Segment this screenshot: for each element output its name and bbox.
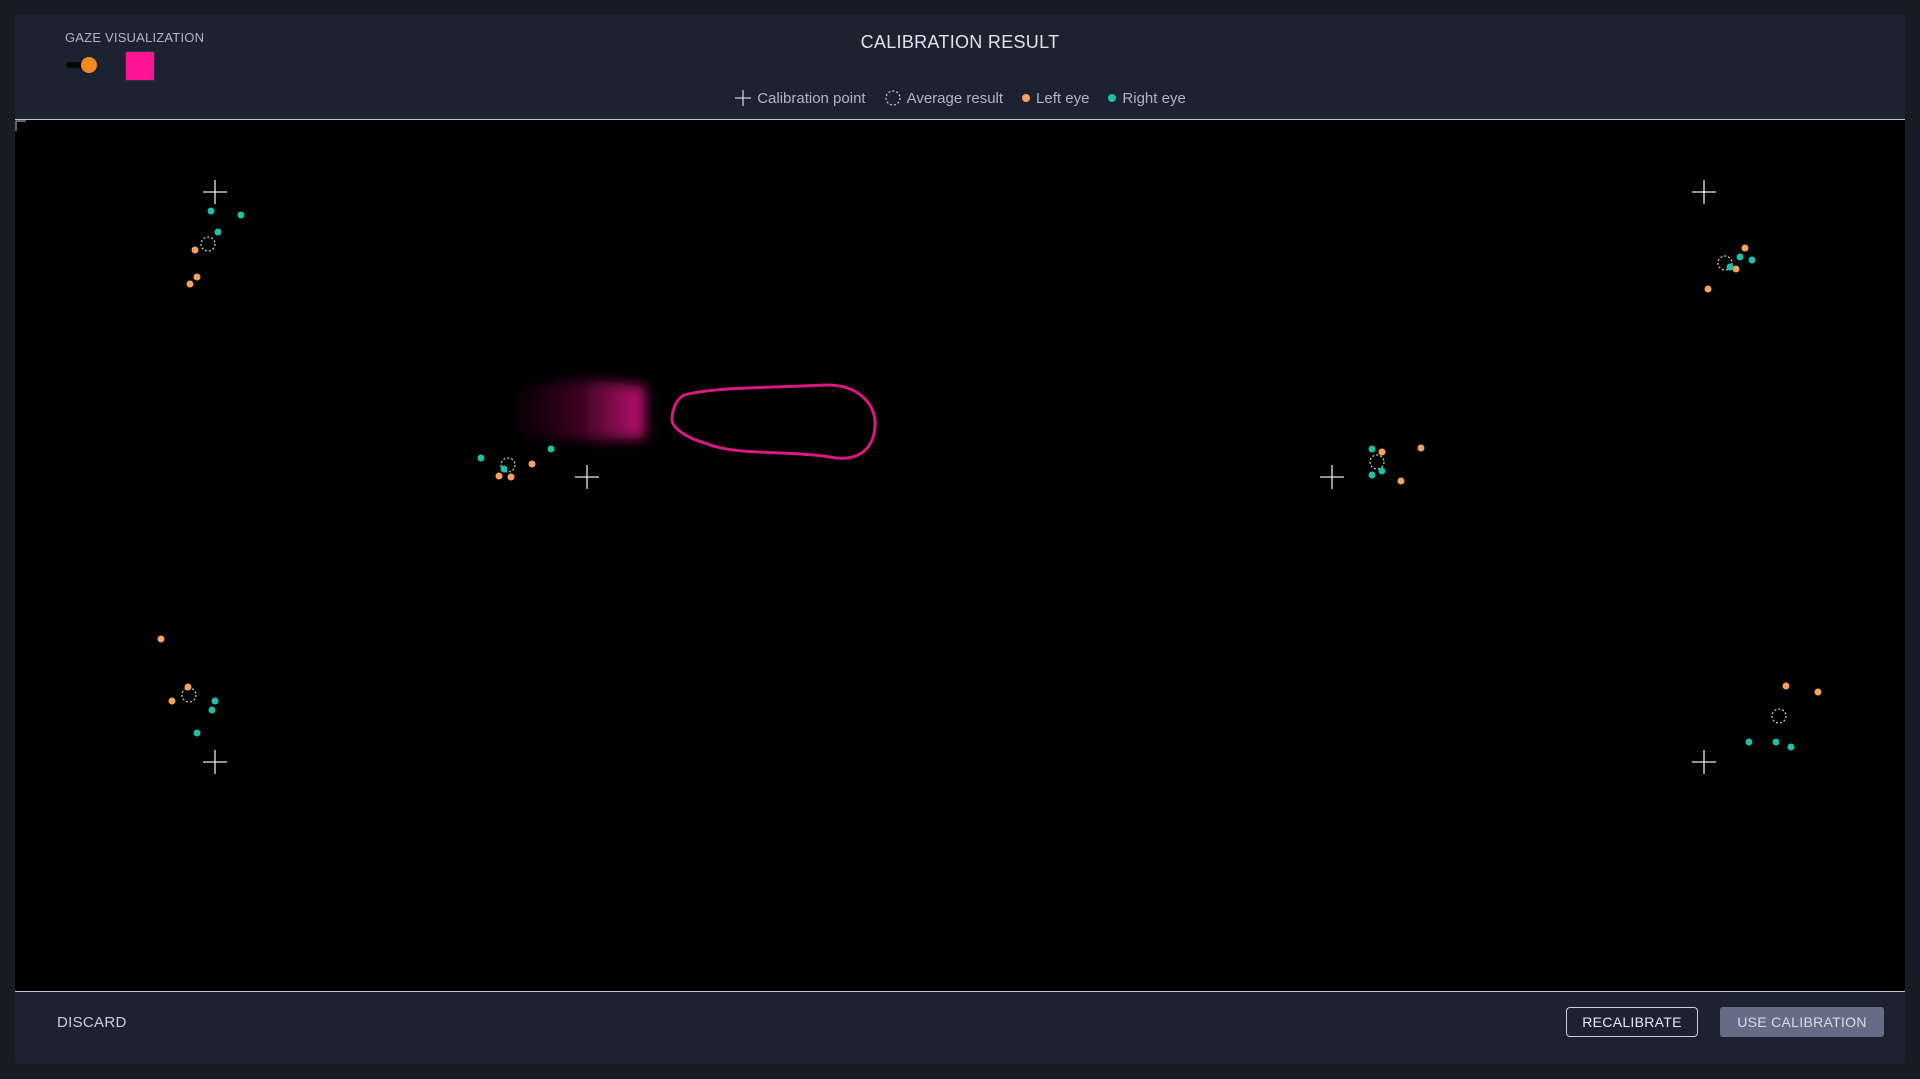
right-eye-sample [547,445,555,453]
right-eye-dot-icon [1108,94,1117,102]
average-result [1771,708,1787,724]
left-eye-sample [507,473,515,481]
crosshair-icon [735,90,752,106]
left-eye-sample [1732,265,1740,273]
left-eye-sample [193,273,201,281]
discard-button[interactable]: DISCARD [57,1014,127,1031]
left-eye-dot-icon [1022,94,1031,102]
recalibrate-button[interactable]: RECALIBRATE [1566,1007,1698,1037]
toggle-knob [81,57,97,73]
legend-average-result: Average result [884,89,1003,107]
right-eye-sample [1748,256,1756,264]
calibration-point [575,465,599,489]
right-eye-sample [1787,743,1795,751]
calibration-canvas [15,119,1905,992]
calibration-points [203,180,1716,774]
right-eye-sample [1726,263,1734,271]
calibration-point [1320,465,1344,489]
left-eye-sample [1741,244,1749,252]
legend-calibration-point: Calibration point [734,89,866,107]
right-eye-sample [1368,471,1376,479]
right-eye-sample [500,465,508,473]
right-eye-sample [237,211,245,219]
left-eye-sample [168,697,176,705]
footer: DISCARD RECALIBRATE USE CALIBRATION [15,992,1905,1064]
calibration-point [1692,750,1716,774]
left-eye-sample [495,472,503,480]
legend-right-eye-label: Right eye [1122,89,1186,107]
left-eye-samples [157,244,1822,705]
left-eye-sample [1378,448,1386,456]
left-eye-sample [1397,477,1405,485]
left-eye-sample [1814,688,1822,696]
right-eye-sample [477,454,485,462]
legend-average-result-label: Average result [906,89,1004,107]
right-eye-sample [211,697,219,705]
calibration-point [203,180,227,204]
left-eye-sample [1417,444,1425,452]
right-eye-sample [214,228,222,236]
average-result [1369,454,1385,470]
average-result [200,236,216,252]
right-eye-samples [193,207,1795,751]
legend-calibration-point-label: Calibration point [757,89,866,107]
right-eye-sample [193,729,201,737]
legend: Calibration point Average result Left ey… [15,89,1905,107]
calibration-plot [15,120,1822,774]
left-eye-sample [1704,285,1712,293]
corner-marker [15,120,26,131]
right-eye-sample [207,207,215,215]
legend-left-eye: Left eye [1021,89,1089,107]
calibration-panel: GAZE VISUALIZATION CALIBRATION RESULT Ca… [15,15,1905,1064]
gaze-trail [510,380,877,460]
left-eye-sample [157,635,165,643]
left-eye-sample [186,280,194,288]
left-eye-sample [1782,682,1790,690]
right-eye-sample [1745,738,1753,746]
gaze-visualization-toggle[interactable] [65,55,99,75]
right-eye-sample [208,706,216,714]
calibration-point [203,750,227,774]
dashed-circle-icon [884,90,901,106]
right-eye-sample [1368,445,1376,453]
right-eye-sample [1772,738,1780,746]
right-eye-sample [1378,467,1386,475]
legend-right-eye: Right eye [1107,89,1186,107]
legend-left-eye-label: Left eye [1036,89,1090,107]
header: GAZE VISUALIZATION CALIBRATION RESULT Ca… [15,15,1905,119]
left-eye-sample [191,246,199,254]
average-results [181,236,1787,724]
calibration-point [1692,180,1716,204]
use-calibration-button[interactable]: USE CALIBRATION [1720,1007,1884,1037]
left-eye-sample [528,460,536,468]
left-eye-sample [184,683,192,691]
gaze-color-swatch[interactable] [125,51,155,81]
page-title: CALIBRATION RESULT [860,32,1060,52]
right-eye-sample [1736,253,1744,261]
